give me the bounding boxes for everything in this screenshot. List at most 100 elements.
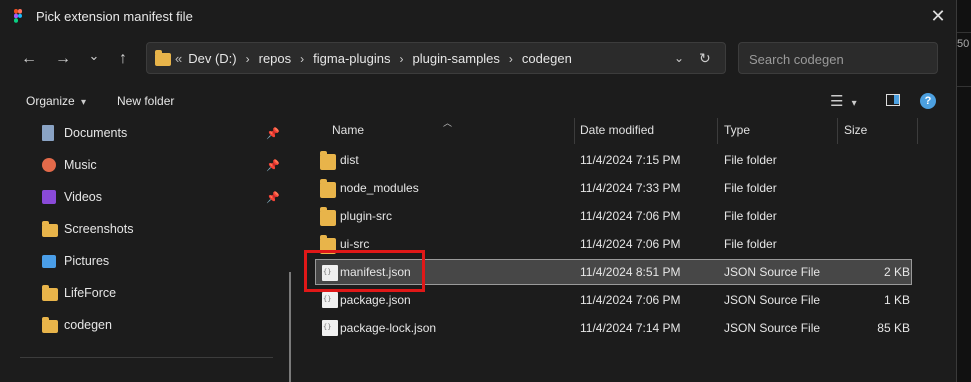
music-icon bbox=[42, 158, 56, 172]
sidebar-item-label: codegen bbox=[64, 318, 112, 332]
file-date: 11/4/2024 7:15 PM bbox=[580, 153, 681, 167]
new-folder-button[interactable]: New folder bbox=[117, 94, 174, 108]
pin-icon: 📌 bbox=[266, 128, 280, 140]
sidebar-item-label: Screenshots bbox=[64, 222, 134, 236]
file-row-package-json[interactable]: package.json 11/4/2024 7:06 PM JSON Sour… bbox=[302, 287, 914, 313]
file-date: 11/4/2024 8:51 PM bbox=[580, 265, 681, 279]
organize-label: Organize bbox=[26, 94, 75, 108]
sidebar-item-label: Videos bbox=[64, 190, 102, 204]
sidebar-scrollbar[interactable] bbox=[289, 272, 291, 382]
file-type: File folder bbox=[724, 237, 777, 251]
chevron-right-icon[interactable]: › bbox=[246, 52, 250, 66]
close-button[interactable]: ✕ bbox=[926, 4, 950, 28]
folder-icon bbox=[42, 317, 58, 333]
column-header-type[interactable]: Type bbox=[724, 116, 750, 144]
list-view-icon: ☰ bbox=[830, 93, 844, 110]
file-row-ui-src[interactable]: ui-src 11/4/2024 7:06 PM File folder bbox=[302, 231, 914, 257]
file-name: node_modules bbox=[340, 181, 419, 195]
figma-icon bbox=[14, 9, 22, 23]
chevron-right-icon[interactable]: › bbox=[509, 52, 513, 66]
address-dropdown-button[interactable]: ⌄ bbox=[674, 51, 684, 65]
sidebar-item-label: LifeForce bbox=[64, 286, 117, 300]
back-button[interactable]: ← bbox=[18, 49, 40, 69]
organize-button[interactable]: Organize ▾ bbox=[26, 94, 86, 108]
recent-locations-button[interactable]: ⌄ bbox=[83, 46, 105, 66]
sidebar-item-music[interactable]: Music bbox=[42, 153, 97, 177]
pin-icon: 📌 bbox=[266, 160, 280, 172]
file-name: package-lock.json bbox=[340, 321, 437, 335]
json-file-icon bbox=[322, 292, 338, 308]
breadcrumb-item-figma-plugins[interactable]: figma-plugins bbox=[313, 51, 390, 66]
forward-button[interactable]: → bbox=[52, 49, 74, 69]
background-number: 50 bbox=[957, 38, 970, 50]
file-row-node-modules[interactable]: node_modules 11/4/2024 7:33 PM File fold… bbox=[302, 175, 914, 201]
preview-pane-button[interactable]: ◨ bbox=[886, 94, 900, 106]
file-row-dist[interactable]: dist 11/4/2024 7:15 PM File folder bbox=[302, 147, 914, 173]
file-size: 1 KB bbox=[883, 293, 910, 307]
breadcrumb: « Dev (D:) › repos › figma-plugins › plu… bbox=[175, 51, 572, 66]
column-header-size[interactable]: Size bbox=[844, 116, 867, 144]
file-name: plugin-src bbox=[340, 209, 393, 223]
file-date: 11/4/2024 7:14 PM bbox=[580, 321, 681, 335]
file-type: File folder bbox=[724, 209, 777, 223]
background-divider bbox=[957, 32, 971, 33]
file-row-plugin-src[interactable]: plugin-src 11/4/2024 7:06 PM File folder bbox=[302, 203, 914, 229]
file-row-package-lock-json[interactable]: package-lock.json 11/4/2024 7:14 PM JSON… bbox=[302, 315, 914, 341]
videos-icon bbox=[42, 190, 56, 204]
chevron-right-icon[interactable]: › bbox=[300, 52, 304, 66]
search-input[interactable] bbox=[747, 49, 911, 69]
sidebar-item-lifeforce[interactable]: LifeForce bbox=[42, 281, 116, 305]
navigation-pane: Documents 📌 Music 📌 Videos 📌 Screenshots… bbox=[0, 116, 300, 382]
file-date: 11/4/2024 7:06 PM bbox=[580, 209, 681, 223]
json-file-icon bbox=[322, 265, 338, 281]
refresh-button[interactable]: ↻ bbox=[699, 50, 711, 67]
json-file-icon bbox=[322, 320, 338, 336]
background-window: 50 bbox=[957, 0, 971, 382]
sort-ascending-icon: ︿ bbox=[443, 118, 453, 128]
command-bar: Organize ▾ New folder ☰ ▾ ◨ ? bbox=[0, 86, 956, 116]
file-row-manifest-json[interactable]: manifest.json 11/4/2024 8:51 PM JSON Sou… bbox=[315, 259, 912, 285]
column-divider[interactable] bbox=[917, 118, 918, 144]
background-divider bbox=[957, 86, 971, 87]
sidebar-item-documents[interactable]: Documents bbox=[42, 121, 127, 145]
file-name: manifest.json bbox=[340, 265, 411, 279]
breadcrumb-item-codegen[interactable]: codegen bbox=[522, 51, 572, 66]
pin-icon: 📌 bbox=[266, 192, 280, 204]
file-date: 11/4/2024 7:06 PM bbox=[580, 237, 681, 251]
file-name: ui-src bbox=[340, 237, 370, 251]
sidebar-item-codegen[interactable]: codegen bbox=[42, 313, 112, 337]
folder-icon bbox=[320, 207, 336, 226]
breadcrumb-item-plugin-samples[interactable]: plugin-samples bbox=[412, 51, 499, 66]
file-picker-dialog: Pick extension manifest file ✕ ← → ⌄ ↑ «… bbox=[0, 0, 957, 382]
sidebar-item-label: Documents bbox=[64, 126, 128, 140]
column-header-name[interactable]: Name bbox=[332, 116, 364, 144]
view-options-button[interactable]: ☰ ▾ bbox=[830, 92, 857, 110]
folder-icon bbox=[320, 151, 336, 170]
folder-icon bbox=[320, 179, 336, 198]
sidebar-item-screenshots[interactable]: Screenshots bbox=[42, 217, 133, 241]
breadcrumb-item-drive[interactable]: Dev (D:) bbox=[188, 51, 236, 66]
sidebar-item-videos[interactable]: Videos bbox=[42, 185, 102, 209]
folder-icon bbox=[42, 285, 58, 301]
file-type: File folder bbox=[724, 153, 777, 167]
sidebar-item-label: Music bbox=[64, 158, 97, 172]
chevron-right-icon[interactable]: › bbox=[399, 52, 403, 66]
column-divider[interactable] bbox=[574, 118, 575, 144]
column-header-date-modified[interactable]: Date modified bbox=[580, 116, 654, 144]
column-divider[interactable] bbox=[837, 118, 838, 144]
file-list: ︿ Name Date modified Type Size dist 11/4… bbox=[302, 116, 956, 382]
breadcrumb-item-repos[interactable]: repos bbox=[259, 51, 292, 66]
up-button[interactable]: ↑ bbox=[112, 49, 134, 69]
search-box[interactable] bbox=[738, 42, 938, 74]
preview-pane-icon: ◨ bbox=[894, 95, 899, 104]
sidebar-item-label: Pictures bbox=[64, 254, 110, 268]
file-type: JSON Source File bbox=[724, 293, 821, 307]
address-bar[interactable]: « Dev (D:) › repos › figma-plugins › plu… bbox=[146, 42, 726, 74]
documents-icon bbox=[42, 125, 54, 141]
breadcrumb-overflow[interactable]: « bbox=[175, 51, 182, 66]
file-name: dist bbox=[340, 153, 359, 167]
help-button[interactable]: ? bbox=[920, 93, 936, 109]
sidebar-item-pictures[interactable]: Pictures bbox=[42, 249, 109, 273]
column-divider[interactable] bbox=[717, 118, 718, 144]
file-size: 2 KB bbox=[883, 265, 910, 279]
